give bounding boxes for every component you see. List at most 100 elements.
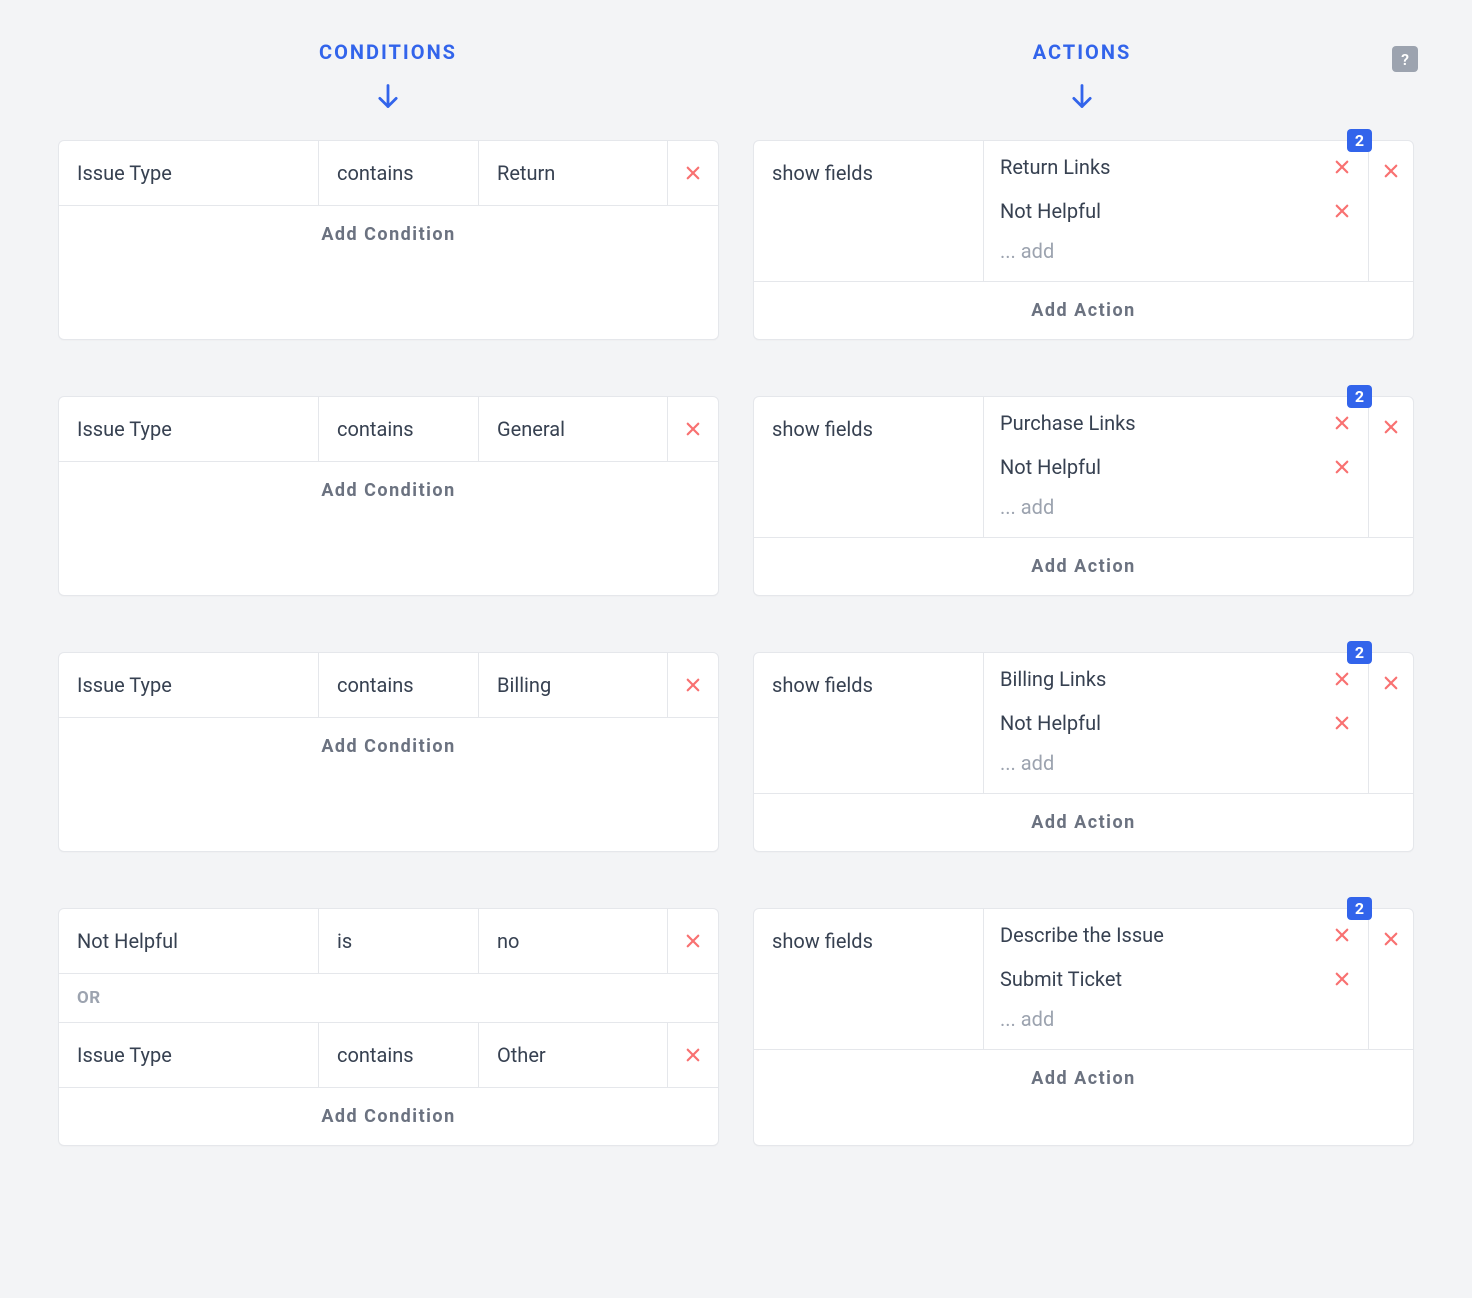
add-condition-button[interactable]: Add Condition xyxy=(59,206,718,263)
add-condition-button[interactable]: Add Condition xyxy=(59,718,718,775)
remove-action-button[interactable] xyxy=(1369,909,1413,1049)
action-type-select[interactable]: show fields xyxy=(754,141,984,281)
remove-condition-button[interactable] xyxy=(668,909,718,973)
remove-field-button[interactable] xyxy=(1332,669,1352,689)
remove-field-button[interactable] xyxy=(1332,457,1352,477)
field-count-badge: 2 xyxy=(1347,897,1372,920)
add-field-input[interactable]: ... add xyxy=(984,229,1368,281)
action-row: show fields2Billing LinksNot Helpful... … xyxy=(754,653,1413,794)
condition-value-input[interactable]: Billing xyxy=(479,653,668,717)
condition-field-select[interactable]: Issue Type xyxy=(59,653,319,717)
remove-field-button[interactable] xyxy=(1332,925,1352,945)
add-field-input[interactable]: ... add xyxy=(984,485,1368,537)
condition-row: Not Helpfulisno xyxy=(59,909,718,974)
action-card: show fields2Return LinksNot Helpful... a… xyxy=(753,140,1414,340)
condition-value-input[interactable]: General xyxy=(479,397,668,461)
remove-action-button[interactable] xyxy=(1369,653,1413,793)
action-body: 2Return LinksNot Helpful... add xyxy=(984,141,1369,281)
condition-operator-select[interactable]: is xyxy=(319,909,479,973)
remove-field-button[interactable] xyxy=(1332,713,1352,733)
arrow-down-icon xyxy=(752,82,1412,110)
condition-operator-select[interactable]: contains xyxy=(319,397,479,461)
action-card: show fields2Describe the IssueSubmit Tic… xyxy=(753,908,1414,1146)
action-row: show fields2Describe the IssueSubmit Tic… xyxy=(754,909,1413,1050)
condition-value-input[interactable]: no xyxy=(479,909,668,973)
condition-card: Not HelpfulisnoORIssue TypecontainsOther… xyxy=(58,908,719,1146)
close-icon[interactable] xyxy=(684,419,702,439)
remove-field-button[interactable] xyxy=(1332,157,1352,177)
condition-card: Issue TypecontainsReturnAdd Condition xyxy=(58,140,719,340)
action-field-item: Billing Links xyxy=(984,653,1368,697)
condition-card: Issue TypecontainsGeneralAdd Condition xyxy=(58,396,719,596)
action-field-label: Return Links xyxy=(1000,155,1332,179)
action-field-item: Not Helpful xyxy=(984,185,1368,229)
action-body: 2Describe the IssueSubmit Ticket... add xyxy=(984,909,1369,1049)
condition-operator-select[interactable]: contains xyxy=(319,653,479,717)
condition-row: Issue TypecontainsReturn xyxy=(59,141,718,206)
close-icon[interactable] xyxy=(684,1045,702,1065)
add-action-button[interactable]: Add Action xyxy=(754,538,1413,595)
action-type-select[interactable]: show fields xyxy=(754,653,984,793)
add-action-button[interactable]: Add Action xyxy=(754,794,1413,851)
condition-row: Issue TypecontainsOther xyxy=(59,1023,718,1088)
add-condition-button[interactable]: Add Condition xyxy=(59,462,718,519)
action-field-label: Not Helpful xyxy=(1000,455,1332,479)
close-icon[interactable] xyxy=(1381,161,1401,181)
arrow-down-icon xyxy=(58,82,718,110)
remove-condition-button[interactable] xyxy=(668,397,718,461)
condition-value-input[interactable]: Return xyxy=(479,141,668,205)
close-icon[interactable] xyxy=(684,163,702,183)
action-card: show fields2Billing LinksNot Helpful... … xyxy=(753,652,1414,852)
action-field-label: Submit Ticket xyxy=(1000,967,1332,991)
conditions-column: Conditions xyxy=(58,40,718,140)
condition-field-select[interactable]: Issue Type xyxy=(59,1023,319,1087)
close-icon[interactable] xyxy=(1381,417,1401,437)
condition-field-select[interactable]: Issue Type xyxy=(59,397,319,461)
close-icon[interactable] xyxy=(684,675,702,695)
remove-action-button[interactable] xyxy=(1369,397,1413,537)
action-type-select[interactable]: show fields xyxy=(754,909,984,1049)
condition-row: Issue TypecontainsGeneral xyxy=(59,397,718,462)
condition-field-select[interactable]: Not Helpful xyxy=(59,909,319,973)
add-field-input[interactable]: ... add xyxy=(984,997,1368,1049)
close-icon[interactable] xyxy=(1381,673,1401,693)
remove-field-button[interactable] xyxy=(1332,413,1352,433)
help-button[interactable]: ? xyxy=(1392,46,1418,72)
condition-operator-select[interactable]: contains xyxy=(319,141,479,205)
condition-value-input[interactable]: Other xyxy=(479,1023,668,1087)
field-count-badge: 2 xyxy=(1347,129,1372,152)
action-field-label: Billing Links xyxy=(1000,667,1332,691)
action-card: show fields2Purchase LinksNot Helpful...… xyxy=(753,396,1414,596)
action-field-label: Purchase Links xyxy=(1000,411,1332,435)
conditions-header: Conditions xyxy=(58,40,718,64)
add-field-input[interactable]: ... add xyxy=(984,741,1368,793)
actions-column: Actions xyxy=(752,40,1412,140)
action-field-item: Purchase Links xyxy=(984,397,1368,441)
action-field-item: Not Helpful xyxy=(984,441,1368,485)
condition-card: Issue TypecontainsBillingAdd Condition xyxy=(58,652,719,852)
close-icon[interactable] xyxy=(684,931,702,951)
add-action-button[interactable]: Add Action xyxy=(754,282,1413,339)
add-action-button[interactable]: Add Action xyxy=(754,1050,1413,1107)
condition-field-select[interactable]: Issue Type xyxy=(59,141,319,205)
field-count-badge: 2 xyxy=(1347,641,1372,664)
action-field-label: Not Helpful xyxy=(1000,711,1332,735)
remove-condition-button[interactable] xyxy=(668,141,718,205)
remove-field-button[interactable] xyxy=(1332,201,1352,221)
close-icon[interactable] xyxy=(1381,929,1401,949)
remove-condition-button[interactable] xyxy=(668,653,718,717)
action-field-item: Submit Ticket xyxy=(984,953,1368,997)
action-row: show fields2Purchase LinksNot Helpful...… xyxy=(754,397,1413,538)
action-type-select[interactable]: show fields xyxy=(754,397,984,537)
remove-action-button[interactable] xyxy=(1369,141,1413,281)
remove-condition-button[interactable] xyxy=(668,1023,718,1087)
condition-operator-select[interactable]: contains xyxy=(319,1023,479,1087)
add-condition-button[interactable]: Add Condition xyxy=(59,1088,718,1145)
action-field-item: Describe the Issue xyxy=(984,909,1368,953)
action-field-label: Not Helpful xyxy=(1000,199,1332,223)
action-field-label: Describe the Issue xyxy=(1000,923,1332,947)
action-body: 2Billing LinksNot Helpful... add xyxy=(984,653,1369,793)
action-row: show fields2Return LinksNot Helpful... a… xyxy=(754,141,1413,282)
action-body: 2Purchase LinksNot Helpful... add xyxy=(984,397,1369,537)
remove-field-button[interactable] xyxy=(1332,969,1352,989)
